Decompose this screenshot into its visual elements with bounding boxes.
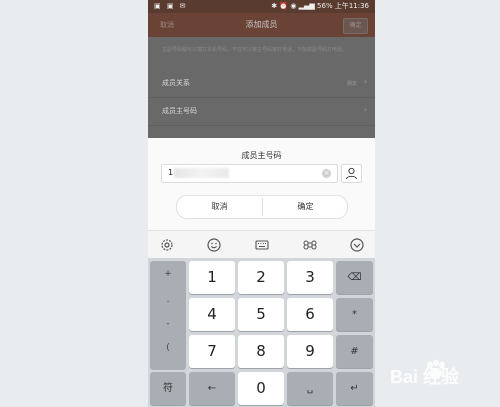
key-asterisk[interactable]: * [336, 298, 373, 331]
numeric-keyboard: + . - ( 1 2 3 ⌫ 4 5 6 * 7 8 9 # 符 ← 0 ␣ … [148, 258, 375, 407]
row-main-number[interactable]: 成员主号码 › [148, 98, 375, 126]
space-key[interactable]: ␣ [287, 372, 333, 405]
chevron-right-icon: › [363, 105, 367, 114]
contact-picker-button[interactable] [341, 164, 362, 183]
app-bar: 取消 添加成员 确定 [148, 13, 375, 37]
key-7[interactable]: 7 [189, 335, 235, 368]
key-1[interactable]: 1 [189, 261, 235, 294]
dialog-confirm-button[interactable]: 确定 [263, 196, 348, 218]
emoji-icon[interactable] [206, 237, 222, 253]
back-key[interactable]: ← [189, 372, 235, 405]
backspace-key[interactable]: ⌫ [336, 261, 373, 294]
key-4[interactable]: 4 [189, 298, 235, 331]
key-3[interactable]: 3 [287, 261, 333, 294]
symbol-dot[interactable]: . [150, 295, 186, 305]
key-9[interactable]: 9 [287, 335, 333, 368]
appbar-confirm-button[interactable]: 确定 [343, 18, 368, 34]
input-value: 1 [168, 168, 174, 177]
enter-key[interactable]: ↵ [336, 372, 373, 405]
dialog-cancel-button[interactable]: 取消 [177, 196, 262, 218]
keyboard-toolbar [148, 230, 375, 259]
status-left-icons: ▣ ▣ ✉ [154, 2, 188, 10]
phone-number-input[interactable]: 1 × [161, 164, 338, 183]
key-0[interactable]: 0 [238, 372, 284, 405]
collapse-keyboard-icon[interactable] [349, 237, 365, 253]
redacted-blur [174, 168, 229, 178]
baidu-watermark: Bai 经验 [384, 355, 500, 395]
page-title: 添加成员 [245, 20, 278, 29]
row-label: 成员主号码 [162, 107, 197, 115]
keyboard-icon[interactable] [254, 237, 270, 253]
row-value: 朋友 [346, 81, 357, 87]
number-dialog: 成员主号码 1 × 取消 确定 [148, 138, 375, 230]
row-label: 成员关系 [162, 79, 190, 87]
person-icon [346, 167, 357, 180]
symbol-column[interactable]: + . - ( [150, 261, 186, 370]
phone-screen: ▣ ▣ ✉ ✱ ⏰ ◉ ▂▄▆ 56% 上午11:36 取消 添加成员 确定 主… [148, 0, 375, 407]
clear-icon[interactable]: × [322, 169, 331, 178]
key-2[interactable]: 2 [238, 261, 284, 294]
status-bar: ▣ ▣ ✉ ✱ ⏰ ◉ ▂▄▆ 56% 上午11:36 [148, 0, 375, 13]
hint-text: 主副号码都可以拨打本机号码，不在可以被主号码拨打电话，不能拨副号码打电话。 [162, 47, 348, 53]
watermark-text: Bai 经验 [390, 366, 460, 387]
dialog-title: 成员主号码 [241, 151, 282, 160]
key-hash[interactable]: # [336, 335, 373, 368]
chevron-right-icon: › [363, 77, 367, 86]
key-5[interactable]: 5 [238, 298, 284, 331]
symbol-switch-key[interactable]: 符 [150, 372, 186, 405]
symbol-plus[interactable]: + [150, 269, 186, 279]
row-relation[interactable]: 成员关系 朋友 › [148, 70, 375, 98]
command-icon[interactable] [302, 237, 318, 253]
paw-logo-icon: Bai 经验 [390, 359, 460, 387]
key-6[interactable]: 6 [287, 298, 333, 331]
symbol-paren[interactable]: ( [150, 343, 186, 353]
dimmed-form: 主副号码都可以拨打本机号码，不在可以被主号码拨打电话，不能拨副号码打电话。 成员… [148, 37, 375, 138]
settings-icon[interactable] [159, 237, 175, 253]
dialog-buttons: 取消 确定 [176, 195, 348, 219]
key-8[interactable]: 8 [238, 335, 284, 368]
status-right: ✱ ⏰ ◉ ▂▄▆ 56% 上午11:36 [271, 2, 369, 10]
symbol-minus[interactable]: - [150, 319, 186, 329]
